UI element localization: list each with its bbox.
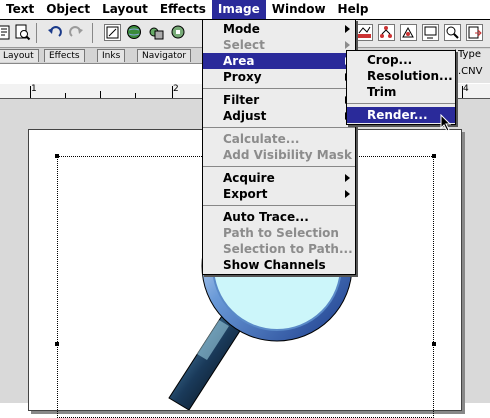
export-icon[interactable]	[466, 24, 483, 41]
menu-separator	[203, 205, 355, 206]
menu-item-calculate: Calculate...	[223, 132, 300, 146]
menu-item-proxy[interactable]: Proxy	[203, 69, 355, 85]
distort-icon[interactable]	[400, 24, 417, 41]
menu-window[interactable]: Window	[266, 0, 332, 19]
menu-item-area[interactable]: Area	[203, 53, 355, 69]
document-filename: .CNV	[458, 66, 483, 77]
arrange-icon[interactable]	[148, 24, 165, 41]
menu-item-resolution[interactable]: Resolution...	[347, 68, 455, 84]
export-web-icon[interactable]	[422, 24, 439, 41]
tab-navigator[interactable]: Navigator	[137, 49, 192, 62]
tab-type[interactable]: Type	[458, 49, 481, 60]
globe-icon[interactable]	[126, 24, 143, 41]
menu-item-show-channels[interactable]: Show Channels	[203, 257, 355, 273]
menu-image[interactable]: Image	[211, 0, 266, 19]
selection-handle[interactable]	[432, 154, 436, 158]
redo-icon[interactable]	[68, 24, 85, 41]
menu-item-selection-to-path: Selection to Path...	[223, 242, 353, 256]
menu-item-select: Select	[203, 37, 355, 53]
cursor-arrow-icon	[440, 114, 452, 132]
selection-handle[interactable]	[55, 342, 59, 346]
ruler-number: 1	[31, 84, 37, 94]
tab-layout[interactable]: Layout	[0, 49, 39, 62]
menu-text[interactable]: Text	[0, 0, 40, 19]
menu-item-render[interactable]: Render...	[347, 107, 455, 123]
menu-item-mode[interactable]: Mode	[203, 21, 355, 37]
menu-item-export[interactable]: Export	[203, 186, 355, 202]
ruler-number: 4	[463, 84, 469, 94]
print-preview-icon[interactable]	[14, 24, 31, 41]
selection-handle[interactable]	[55, 154, 59, 158]
ruler-number: 2	[173, 84, 179, 94]
menu-effects[interactable]: Effects	[154, 0, 212, 19]
tab-inks[interactable]: Inks	[97, 49, 126, 62]
print-icon[interactable]	[0, 24, 13, 41]
transform-icon[interactable]	[104, 24, 121, 41]
effects-icon[interactable]	[356, 24, 373, 41]
zoom-icon[interactable]	[444, 24, 461, 41]
menu-item-adjust[interactable]: Adjust	[203, 108, 355, 124]
menu-help[interactable]: Help	[332, 0, 375, 19]
menu-separator	[203, 127, 355, 128]
selection-handle[interactable]	[432, 342, 436, 346]
hierarchy-icon[interactable]	[378, 24, 395, 41]
menu-item-add-visibility-mask: Add Visibility Mask	[223, 148, 352, 162]
menu-item-path-to-selection: Path to Selection	[223, 226, 339, 240]
plugin-icon[interactable]	[170, 24, 187, 41]
undo-icon[interactable]	[46, 24, 63, 41]
menu-separator	[203, 88, 355, 89]
menu-item-crop[interactable]: Crop...	[347, 52, 455, 68]
menu-separator	[347, 103, 455, 104]
tab-effects[interactable]: Effects	[44, 49, 85, 62]
menu-item-auto-trace[interactable]: Auto Trace...	[203, 209, 355, 225]
menu-separator	[203, 166, 355, 167]
image-menu: Mode Select Area Proxy Filter Adjust Cal…	[202, 19, 356, 275]
menu-item-acquire[interactable]: Acquire	[203, 170, 355, 186]
menu-item-trim[interactable]: Trim	[347, 84, 455, 100]
menu-layout[interactable]: Layout	[96, 0, 154, 19]
menu-bar: Text Object Layout Effects Image Window …	[0, 0, 490, 20]
menu-item-filter[interactable]: Filter	[203, 92, 355, 108]
right-palette-strip: Type .CNV	[455, 49, 490, 83]
menu-object[interactable]: Object	[40, 0, 96, 19]
